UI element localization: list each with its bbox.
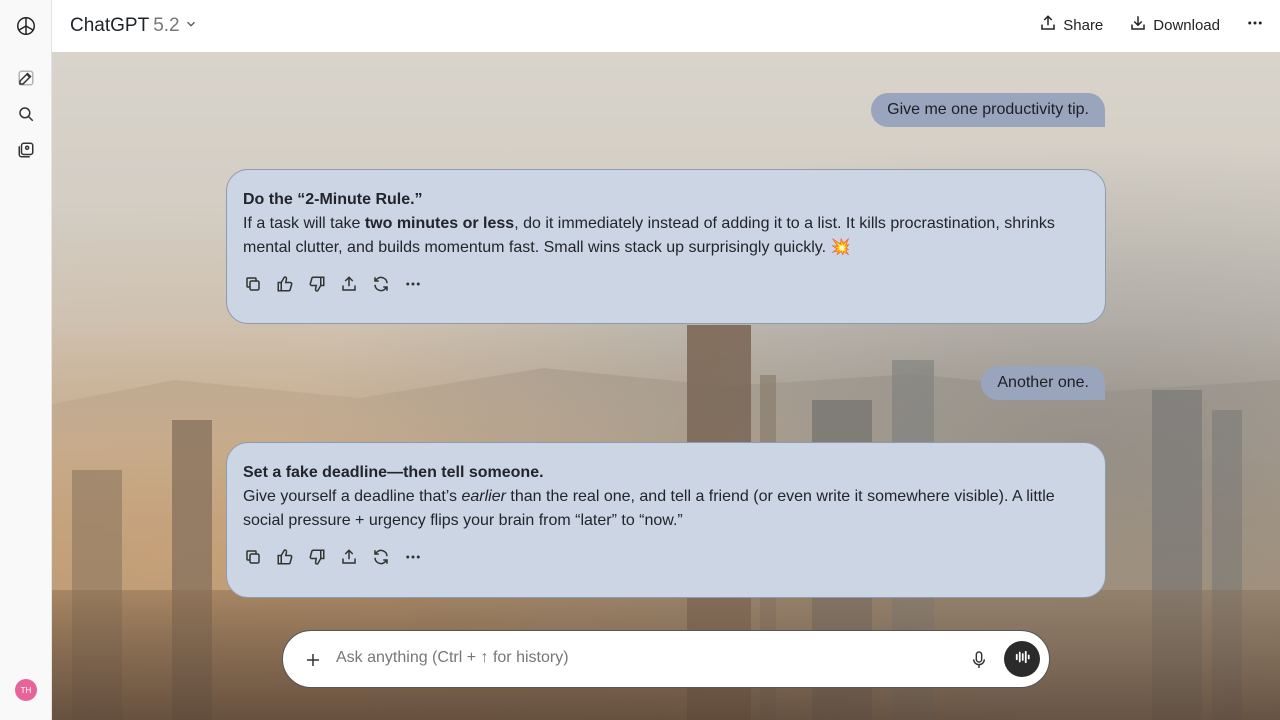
message-input[interactable]: Ask anything (Ctrl + ↑ for history) bbox=[336, 649, 569, 667]
download-icon bbox=[1129, 14, 1147, 36]
header: ChatGPT 5.2 Share Download bbox=[52, 0, 1280, 52]
more-options-button[interactable] bbox=[1246, 14, 1264, 36]
thumbs-down-icon[interactable] bbox=[307, 547, 327, 567]
download-label: Download bbox=[1153, 16, 1220, 34]
share-icon bbox=[1039, 14, 1057, 36]
sidebar: TH bbox=[0, 0, 52, 720]
thumbs-down-icon[interactable] bbox=[307, 274, 327, 294]
new-chat-icon[interactable] bbox=[14, 66, 38, 90]
openai-logo-icon[interactable] bbox=[14, 14, 38, 38]
more-icon[interactable] bbox=[403, 274, 423, 294]
model-version: 5.2 bbox=[153, 15, 180, 36]
chevron-down-icon bbox=[184, 15, 198, 37]
assistant-message-title: Do the “2-Minute Rule.” bbox=[243, 191, 423, 208]
add-attachment-icon[interactable] bbox=[301, 648, 325, 672]
user-message: Another one. bbox=[981, 366, 1105, 400]
body-bold-text: two minutes or less bbox=[364, 215, 515, 232]
assistant-message-body: If a task will take two minutes or less,… bbox=[243, 212, 1089, 260]
user-message-text: Give me one productivity tip. bbox=[887, 101, 1089, 118]
message-actions bbox=[243, 274, 1089, 294]
share-message-icon[interactable] bbox=[339, 547, 359, 567]
assistant-message: Do the “2-Minute Rule.” If a task will t… bbox=[226, 169, 1106, 324]
user-message-text: Another one. bbox=[997, 374, 1089, 391]
body-italic-text: earlier bbox=[461, 488, 506, 505]
assistant-message-body: Give yourself a deadline that’s earlier … bbox=[243, 485, 1089, 533]
regenerate-icon[interactable] bbox=[371, 274, 391, 294]
share-label: Share bbox=[1063, 16, 1104, 34]
body-text: Give yourself a deadline that’s bbox=[243, 488, 462, 505]
composer: Ask anything (Ctrl + ↑ for history) bbox=[282, 630, 1050, 688]
regenerate-icon[interactable] bbox=[371, 547, 391, 567]
avatar-initials: TH bbox=[20, 685, 32, 695]
library-icon[interactable] bbox=[14, 138, 38, 162]
thumbs-up-icon[interactable] bbox=[275, 547, 295, 567]
microphone-icon[interactable] bbox=[969, 649, 989, 671]
avatar[interactable]: TH bbox=[15, 679, 37, 701]
share-button[interactable]: Share bbox=[1039, 14, 1103, 36]
voice-waveform-icon bbox=[1013, 648, 1031, 671]
thumbs-up-icon[interactable] bbox=[275, 274, 295, 294]
more-icon[interactable] bbox=[403, 547, 423, 567]
download-button[interactable]: Download bbox=[1129, 14, 1220, 36]
model-selector[interactable]: ChatGPT 5.2 bbox=[70, 15, 198, 37]
user-message: Give me one productivity tip. bbox=[871, 93, 1105, 127]
message-actions bbox=[243, 547, 1089, 567]
search-icon[interactable] bbox=[14, 102, 38, 126]
more-icon bbox=[1246, 14, 1264, 36]
copy-icon[interactable] bbox=[243, 547, 263, 567]
share-message-icon[interactable] bbox=[339, 274, 359, 294]
voice-mode-button[interactable] bbox=[1004, 641, 1040, 677]
assistant-message: Set a fake deadline—then tell someone. G… bbox=[226, 442, 1106, 598]
app-name: ChatGPT bbox=[70, 15, 150, 36]
copy-icon[interactable] bbox=[243, 274, 263, 294]
body-text: If a task will take bbox=[243, 215, 365, 232]
assistant-message-title: Set a fake deadline—then tell someone. bbox=[243, 464, 544, 481]
